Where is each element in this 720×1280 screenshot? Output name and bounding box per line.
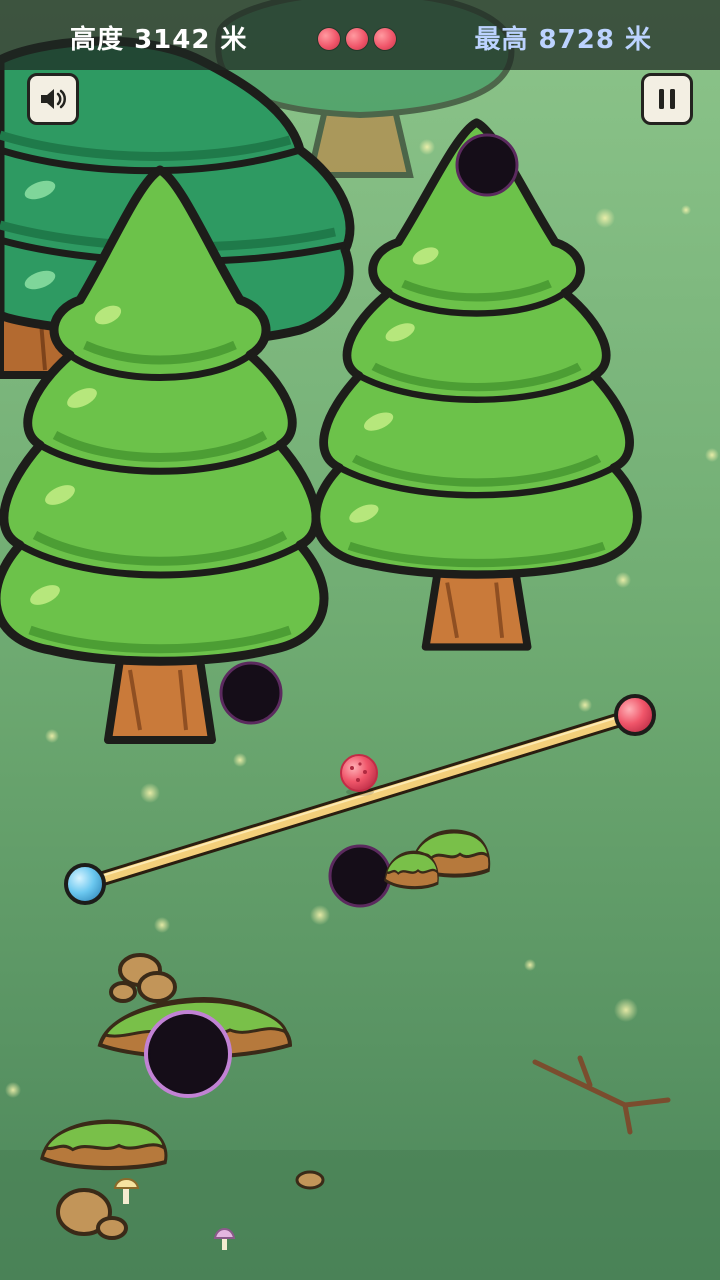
pause-button[interactable] bbox=[641, 73, 693, 125]
best-height: 最高 8728 米 bbox=[474, 22, 652, 58]
sound-button[interactable] bbox=[27, 73, 79, 125]
height-label: 高度 bbox=[70, 25, 125, 55]
height-unit: 米 bbox=[220, 25, 248, 55]
hole-upper-left bbox=[219, 661, 283, 725]
current-height: 高度 3142 米 bbox=[70, 22, 248, 58]
pause-icon bbox=[659, 89, 675, 109]
hole-large bbox=[144, 1010, 232, 1098]
speaker-icon bbox=[41, 89, 66, 109]
height-value: 3142 bbox=[134, 25, 211, 55]
game-scene[interactable] bbox=[0, 0, 720, 1280]
hole-top bbox=[455, 133, 519, 197]
lives-indicator bbox=[318, 28, 396, 50]
best-value: 8728 bbox=[538, 25, 615, 55]
life-ball-icon bbox=[318, 28, 340, 50]
hud-bar: 高度 3142 米 最高 8728 米 bbox=[0, 0, 720, 70]
life-ball-icon bbox=[374, 28, 396, 50]
hole-middle bbox=[328, 844, 392, 908]
life-ball-icon bbox=[346, 28, 368, 50]
rope-anchor-left-blue[interactable] bbox=[64, 863, 106, 905]
best-unit: 米 bbox=[624, 25, 652, 55]
rope-anchor-right-pink[interactable] bbox=[614, 694, 656, 736]
best-label: 最高 bbox=[474, 25, 529, 55]
